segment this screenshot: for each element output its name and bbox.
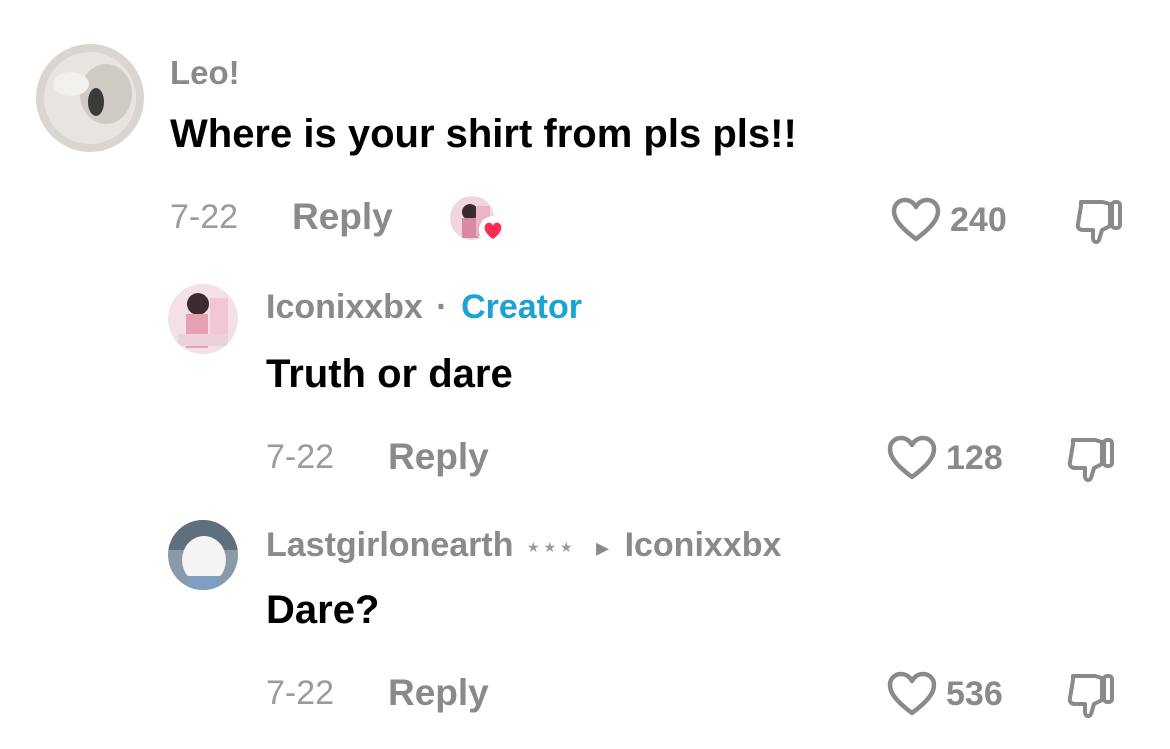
- reply-comment-lastgirl: Lastgirlonearth ★★★ ▸ Iconixxbx Dare? 7-…: [0, 0, 1170, 749]
- badge-stars: ★★★: [526, 538, 577, 555]
- comment-date: 7-22: [266, 674, 335, 712]
- like-button[interactable]: 536: [886, 670, 1003, 718]
- avatar[interactable]: [168, 520, 238, 590]
- comment-username-row: Lastgirlonearth ★★★ ▸ Iconixxbx: [266, 526, 781, 565]
- reply-button[interactable]: Reply: [388, 672, 489, 714]
- comment-text: Dare?: [266, 588, 380, 632]
- reply-arrow-icon: ▸: [596, 531, 610, 562]
- comment-username[interactable]: Lastgirlonearth: [266, 526, 513, 564]
- avatar-image: [168, 520, 238, 590]
- reply-to-username[interactable]: Iconixxbx: [625, 526, 782, 564]
- dislike-icon[interactable]: [1064, 670, 1118, 720]
- like-count: 536: [946, 674, 1003, 713]
- heart-outline-icon: [887, 671, 937, 716]
